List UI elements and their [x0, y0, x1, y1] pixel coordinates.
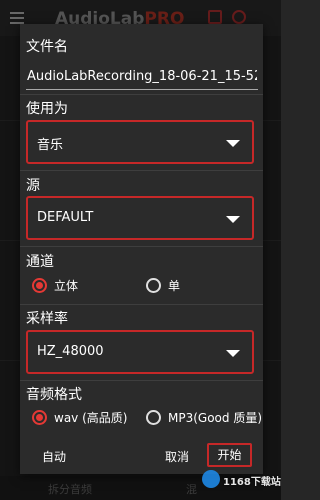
recording-settings-dialog: 文件名 使用为 音乐 源 DEFAULT 通道 立体 单 采样率 [20, 24, 263, 474]
section-divider [20, 246, 263, 247]
watermark-logo-icon [202, 470, 220, 488]
use-as-value: 音乐 [37, 138, 64, 153]
section-divider [20, 94, 263, 95]
sample-rate-value: HZ_48000 [37, 344, 104, 359]
cancel-button[interactable]: 取消 [165, 448, 189, 465]
section-divider [20, 304, 263, 305]
format-mp3-radio[interactable]: MP3(Good 质量) [146, 409, 262, 426]
format-wav-radio[interactable]: wav (高品质) [32, 409, 127, 426]
format-mp3-label: MP3(Good 质量) [168, 411, 263, 425]
dropdown-caret-icon [226, 350, 240, 357]
channel-label: 通道 [26, 254, 54, 270]
radio-selected-icon [32, 410, 47, 425]
radio-unselected-icon [146, 278, 161, 293]
source-value: DEFAULT [37, 210, 94, 225]
start-button[interactable]: 开始 [207, 443, 252, 467]
radio-selected-icon [32, 278, 47, 293]
watermark-text: 1168下载站 [223, 477, 281, 488]
dropdown-caret-icon [226, 140, 240, 147]
section-divider [20, 170, 263, 171]
channel-stereo-radio[interactable]: 立体 [32, 277, 78, 294]
use-as-label: 使用为 [26, 101, 68, 117]
channel-mono-radio[interactable]: 单 [146, 277, 180, 294]
watermark: 1168下载站 [202, 468, 281, 498]
source-label: 源 [26, 178, 40, 194]
section-divider [20, 380, 263, 381]
app-root: AudioLabPRO 拆分音频 混 文件名 使用为 音乐 源 DEFAULT … [0, 0, 281, 500]
channel-stereo-label: 立体 [54, 279, 79, 293]
sample-rate-select[interactable]: HZ_48000 [26, 330, 254, 374]
use-as-select[interactable]: 音乐 [26, 120, 254, 164]
channel-mono-label: 单 [168, 279, 181, 293]
sample-rate-label: 采样率 [26, 311, 68, 327]
auto-button[interactable]: 自动 [42, 448, 66, 465]
radio-unselected-icon [146, 410, 161, 425]
format-wav-label: wav (高品质) [54, 411, 128, 425]
filename-label: 文件名 [26, 39, 68, 55]
audio-format-label: 音频格式 [26, 387, 82, 403]
source-select[interactable]: DEFAULT [26, 196, 254, 240]
filename-input[interactable] [26, 64, 258, 90]
dropdown-caret-icon [226, 216, 240, 223]
